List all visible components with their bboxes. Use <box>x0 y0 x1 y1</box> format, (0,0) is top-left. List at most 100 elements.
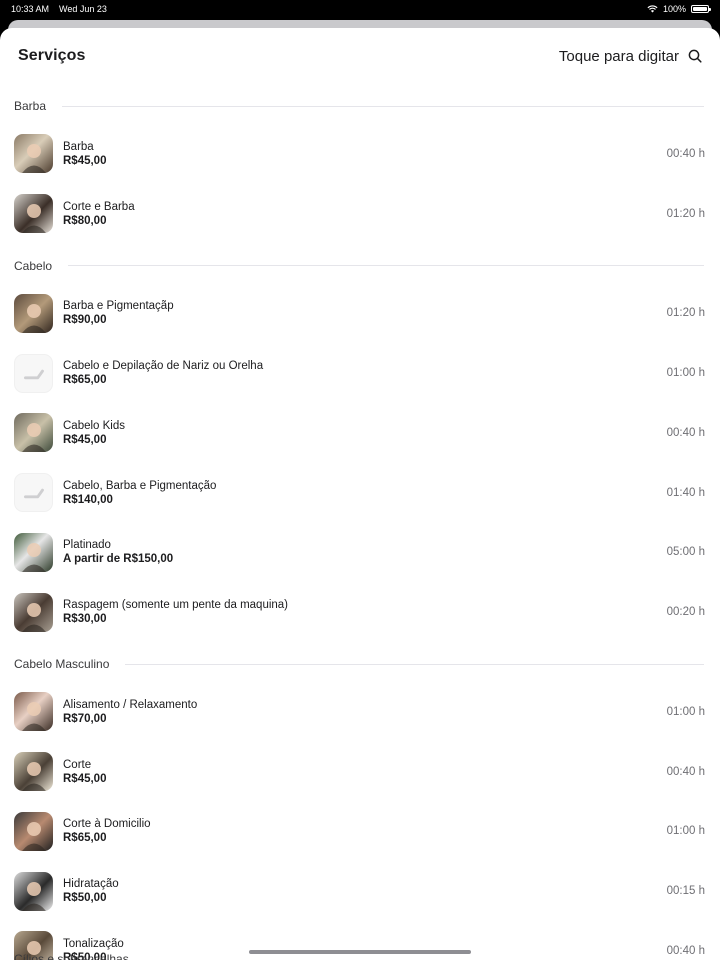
service-duration: 00:40 h <box>666 147 705 160</box>
service-info: Cabelo, Barba e Pigmentação R$140,00 <box>63 479 667 507</box>
placeholder-thumbnail <box>14 473 53 513</box>
service-thumbnail <box>14 871 53 911</box>
service-duration: 01:40 h <box>666 486 705 499</box>
status-time: 10:33 AM <box>11 4 50 14</box>
service-row[interactable]: Cabelo e Depilação de Nariz ou Orelha R$6… <box>14 343 706 403</box>
status-right: 100% <box>647 4 711 14</box>
service-info: Barba e Pigmentaçãp R$90,00 <box>63 299 667 327</box>
service-thumbnail <box>14 532 53 572</box>
section-title: Cabelo <box>14 258 53 273</box>
service-row[interactable]: Corte R$45,00 00:40 h <box>14 742 706 802</box>
service-info: Platinado A partir de R$150,00 <box>63 538 667 566</box>
service-thumbnail <box>14 413 53 453</box>
service-info: Barba R$45,00 <box>63 140 667 168</box>
service-price: R$65,00 <box>63 374 107 387</box>
service-thumbnail <box>14 134 53 174</box>
service-info: Tonalização R$50,00 <box>63 937 667 960</box>
person-photo-icon <box>22 702 46 732</box>
service-name: Barba <box>63 140 94 153</box>
service-row[interactable]: Hidratação R$50,00 00:15 h <box>14 861 706 921</box>
placeholder-thumbnail <box>14 353 53 393</box>
service-thumbnail <box>14 692 53 732</box>
service-row[interactable]: Alisamento / Relaxamento R$70,00 01:00 h <box>14 682 706 742</box>
service-duration: 01:00 h <box>666 367 705 380</box>
section-header: Cabelo Masculino <box>14 646 706 682</box>
status-bar: 10:33 AM Wed Jun 23 100% <box>0 0 720 18</box>
service-name: Corte à Domicilio <box>63 818 151 831</box>
section-header: Barba <box>14 88 706 124</box>
service-price: A partir de R$150,00 <box>63 553 174 566</box>
service-name: Raspagem (somente um pente da maquina) <box>63 599 289 612</box>
service-name: Tonalização <box>63 937 124 950</box>
service-info: Corte à Domicilio R$65,00 <box>63 817 667 845</box>
search-hint: Toque para digitar <box>558 47 679 65</box>
service-info: Corte e Barba R$80,00 <box>63 200 667 228</box>
service-row[interactable]: Cabelo, Barba e Pigmentação R$140,00 01:40… <box>14 463 706 523</box>
search-icon <box>688 49 702 63</box>
battery-percent: 100% <box>662 4 686 14</box>
service-duration: 00:40 h <box>666 765 705 778</box>
service-row[interactable]: Raspagem (somente um pente da maquina) R$… <box>14 582 706 642</box>
service-row[interactable]: Corte e Barba R$80,00 01:20 h <box>14 184 706 244</box>
service-duration: 05:00 h <box>666 546 705 559</box>
service-thumbnail <box>14 293 53 333</box>
service-duration: 00:40 h <box>666 426 705 439</box>
service-name: Corte e Barba <box>63 200 135 213</box>
service-duration: 00:20 h <box>666 606 705 619</box>
service-row[interactable]: Barba e Pigmentaçãp R$90,00 01:20 h <box>14 284 706 344</box>
search-button[interactable]: Toque para digitar <box>559 48 702 65</box>
status-left: 10:33 AM Wed Jun 23 <box>11 4 107 14</box>
service-info: Cabelo e Depilação de Nariz ou Orelha R$6… <box>63 359 667 387</box>
service-price: R$50,00 <box>63 892 107 905</box>
service-price: R$80,00 <box>63 214 107 227</box>
service-name: Cabelo, Barba e Pigmentação <box>63 479 217 492</box>
service-price: R$30,00 <box>63 613 107 626</box>
header: Serviços Toque para digitar <box>0 28 720 84</box>
service-thumbnail <box>14 194 53 234</box>
section-title: Cabelo Masculino <box>14 657 110 671</box>
service-name: Barba e Pigmentaçãp <box>63 300 174 313</box>
service-price: R$45,00 <box>63 772 107 785</box>
person-photo-icon <box>22 602 46 632</box>
service-name: Cabelo Kids <box>63 419 126 432</box>
section-divider <box>62 105 704 107</box>
service-info: Raspagem (somente um pente da maquina) R$… <box>63 598 667 626</box>
service-row[interactable]: Platinado A partir de R$150,00 05:00 h <box>14 523 706 583</box>
service-price: R$140,00 <box>63 493 113 506</box>
service-name: Alisamento / Relaxamento <box>63 698 198 711</box>
service-duration: 01:00 h <box>666 705 705 718</box>
service-row[interactable]: Corte à Domicilio R$65,00 01:00 h <box>14 802 706 862</box>
service-info: Corte R$45,00 <box>63 758 667 786</box>
person-photo-icon <box>22 542 46 572</box>
service-duration: 01:20 h <box>666 207 705 220</box>
section-header: Cabelo <box>14 248 706 284</box>
service-name: Platinado <box>63 539 111 552</box>
section-title: Barba <box>14 99 47 113</box>
service-name: Corte <box>63 758 92 771</box>
page-title: Serviços <box>18 47 86 64</box>
service-row[interactable]: Barba R$45,00 00:40 h <box>14 124 706 184</box>
wifi-icon <box>647 5 658 13</box>
service-price: R$70,00 <box>63 712 107 725</box>
service-price: R$90,00 <box>63 314 107 327</box>
chair-icon <box>24 488 44 499</box>
section-divider <box>125 663 704 665</box>
person-photo-icon <box>22 881 46 911</box>
service-thumbnail <box>14 811 53 851</box>
person-photo-icon <box>22 144 46 174</box>
section-title-partial: Cílios e sobrancelhas <box>14 952 129 960</box>
section-divider <box>68 265 704 266</box>
person-photo-icon <box>22 762 46 792</box>
service-price: R$65,00 <box>63 832 107 845</box>
service-info: Alisamento / Relaxamento R$70,00 <box>63 698 667 726</box>
service-price: R$45,00 <box>63 154 107 167</box>
service-name: Hidratação <box>63 878 119 891</box>
battery-icon <box>691 5 711 13</box>
service-name: Cabelo e Depilação de Nariz ou Orelha <box>63 360 264 373</box>
service-info: Cabelo Kids R$45,00 <box>63 419 667 447</box>
person-photo-icon <box>22 821 46 851</box>
service-row[interactable]: Cabelo Kids R$45,00 00:40 h <box>14 403 706 463</box>
service-duration: 01:20 h <box>666 307 705 320</box>
person-photo-icon <box>22 204 46 234</box>
service-list: Barba Barba R$45,00 00:40 h Corte e Barba R$8… <box>0 88 720 960</box>
